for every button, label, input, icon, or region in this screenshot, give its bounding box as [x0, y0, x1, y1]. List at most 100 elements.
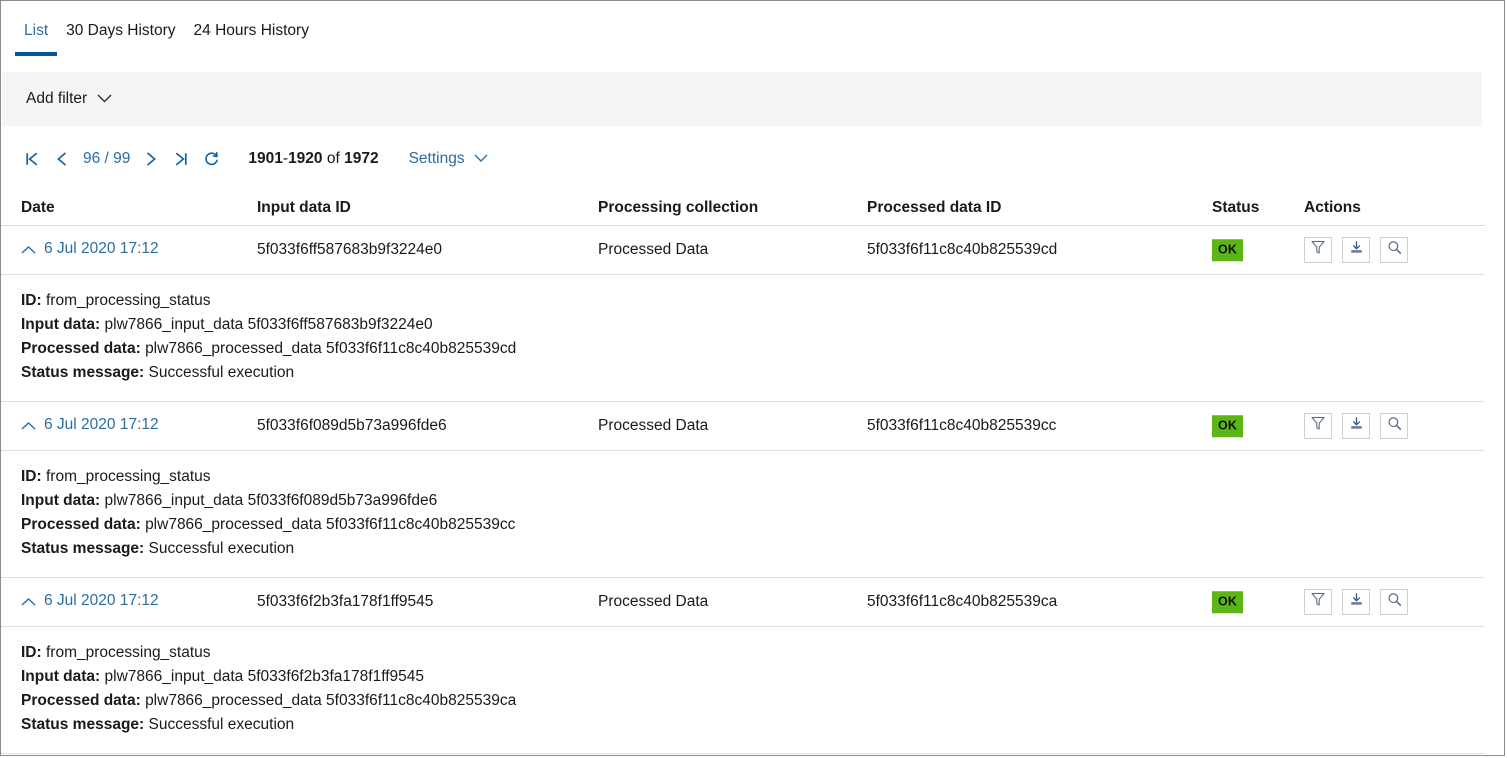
tab-30-days-history[interactable]: 30 Days History: [57, 1, 184, 51]
expand-toggle[interactable]: 6 Jul 2020 17:12: [21, 592, 159, 610]
next-page-icon[interactable]: [136, 144, 166, 174]
tab-bar: List30 Days History24 Hours History: [1, 1, 1504, 51]
tab-24-hours-history[interactable]: 24 Hours History: [185, 1, 318, 51]
row-date-toggle[interactable]: 6 Jul 2020 17:12: [21, 592, 159, 612]
download-action-button[interactable]: [1342, 413, 1370, 439]
filter-icon: [1311, 416, 1325, 436]
row-detail-panel: ID: from_processing_statusInput data: pl…: [1, 451, 1485, 578]
download-icon: [1349, 240, 1364, 260]
pagination-bar: 96 / 99 1901-1920 of 1972 Settings: [1, 139, 488, 179]
filter-action-button[interactable]: [1304, 413, 1332, 439]
search-action-button[interactable]: [1380, 589, 1408, 615]
row-processing-collection: Processed Data: [598, 241, 708, 259]
search-action-button[interactable]: [1380, 413, 1408, 439]
detail-input-data-value: plw7866_input_data 5f033f6f2b3fa178f1ff9…: [105, 668, 424, 685]
detail-id-value: from_processing_status: [46, 468, 211, 485]
filter-action-button[interactable]: [1304, 237, 1332, 263]
column-header-date: Date: [21, 199, 55, 217]
download-icon: [1349, 592, 1364, 612]
first-page-icon[interactable]: [17, 144, 47, 174]
detail-processed-data-line: Processed data: plw7866_processed_data 5…: [21, 337, 1485, 361]
status-cell: OK: [1212, 591, 1243, 613]
detail-processed-data-line: Processed data: plw7866_processed_data 5…: [21, 689, 1485, 713]
search-action-button[interactable]: [1380, 237, 1408, 263]
refresh-icon[interactable]: [196, 144, 226, 174]
last-page-icon[interactable]: [166, 144, 196, 174]
table-row[interactable]: 6 Jul 2020 17:125f033f6f2b3fa178f1ff9545…: [1, 578, 1485, 627]
action-button-group: [1304, 413, 1408, 439]
expand-toggle[interactable]: 6 Jul 2020 17:12: [21, 416, 159, 434]
search-icon: [1387, 592, 1402, 612]
expand-toggle[interactable]: 6 Jul 2020 17:12: [21, 240, 159, 258]
detail-processed-data-label: Processed data:: [21, 516, 141, 533]
download-action-button[interactable]: [1342, 237, 1370, 263]
download-icon: [1349, 416, 1364, 436]
detail-status-message-value: Successful execution: [149, 540, 295, 557]
row-detail-panel: ID: from_processing_statusInput data: pl…: [1, 275, 1485, 402]
column-header-actions: Actions: [1304, 199, 1361, 217]
row-date-toggle[interactable]: 6 Jul 2020 17:12: [21, 416, 159, 436]
chevron-up-icon[interactable]: [21, 418, 35, 432]
row-date-label: 6 Jul 2020 17:12: [44, 592, 159, 610]
row-input-data-id: 5f033f6ff587683b9f3224e0: [257, 241, 442, 259]
column-header-input-data-id: Input data ID: [257, 199, 351, 217]
download-action-button[interactable]: [1342, 589, 1370, 615]
table-row[interactable]: 6 Jul 2020 17:12 5f033f6ff587683b9f3224e0…: [1, 226, 1485, 275]
settings-button[interactable]: Settings: [409, 150, 488, 168]
row-processed-data-id: 5f033f6f11c8c40b825539cc: [867, 417, 1056, 435]
row-processing-collection: Processed Data: [598, 593, 708, 611]
action-button-group: [1304, 589, 1408, 615]
range-to: 1920: [288, 150, 322, 167]
detail-processed-data-line: Processed data: plw7866_processed_data 5…: [21, 513, 1485, 537]
filter-action-button[interactable]: [1304, 589, 1332, 615]
filter-bar: Add filter: [2, 72, 1482, 126]
previous-page-icon[interactable]: [47, 144, 77, 174]
column-header-status: Status: [1212, 199, 1259, 217]
detail-status-message-label: Status message:: [21, 716, 144, 733]
detail-status-message-value: Successful execution: [149, 716, 295, 733]
add-filter-button[interactable]: Add filter: [26, 90, 112, 108]
row-date-label: 6 Jul 2020 17:12: [44, 416, 159, 434]
actions-cell: [1304, 589, 1408, 615]
detail-status-message-line: Status message: Successful execution: [21, 537, 1485, 561]
detail-input-data-value: plw7866_input_data 5f033f6f089d5b73a996f…: [105, 492, 438, 509]
chevron-up-icon[interactable]: [21, 242, 35, 256]
row-processed-data-id: 5f033f6f11c8c40b825539cd: [867, 241, 1057, 259]
action-button-group: [1304, 237, 1408, 263]
table-header: Date Input data ID Processing collection Pr…: [1, 191, 1485, 226]
table-row[interactable]: 6 Jul 2020 17:125f033f6f089d5b73a996fde6…: [1, 402, 1485, 451]
status-badge: OK: [1212, 591, 1243, 613]
detail-id-label: ID:: [21, 644, 42, 661]
actions-cell: [1304, 237, 1408, 263]
result-range: 1901-1920 of 1972: [248, 150, 378, 168]
chevron-up-icon[interactable]: [21, 594, 35, 608]
status-badge: OK: [1212, 415, 1243, 437]
results-table: Date Input data ID Processing collection Pr…: [1, 191, 1485, 756]
detail-status-message-line: Status message: Successful execution: [21, 713, 1485, 737]
detail-status-message-label: Status message:: [21, 540, 144, 557]
page-container: List30 Days History24 Hours History Add …: [0, 0, 1505, 756]
filter-icon: [1311, 240, 1325, 260]
status-cell: OK: [1212, 239, 1243, 261]
search-icon: [1387, 416, 1402, 436]
row-date-toggle[interactable]: 6 Jul 2020 17:12: [21, 240, 159, 260]
status-cell: OK: [1212, 415, 1243, 437]
table-body: 6 Jul 2020 17:12 5f033f6ff587683b9f3224e0…: [1, 226, 1485, 756]
detail-id-value: from_processing_status: [46, 644, 211, 661]
page-indicator: 96 / 99: [83, 150, 130, 168]
detail-processed-data-value: plw7866_processed_data 5f033f6f11c8c40b8…: [145, 516, 515, 533]
detail-processed-data-value: plw7866_processed_data 5f033f6f11c8c40b8…: [145, 340, 516, 357]
detail-input-data-label: Input data:: [21, 316, 100, 333]
detail-input-data-line: Input data: plw7866_input_data 5f033f6ff…: [21, 313, 1485, 337]
table-row[interactable]: 6 Jul 2020 17:125f033f6ff3d00a44de30ed6c…: [1, 754, 1485, 756]
detail-input-data-label: Input data:: [21, 668, 100, 685]
detail-input-data-line: Input data: plw7866_input_data 5f033f6f2…: [21, 665, 1485, 689]
range-total: 1972: [344, 150, 378, 167]
range-of: of: [327, 150, 340, 167]
detail-id-label: ID:: [21, 292, 42, 309]
row-processed-data-id: 5f033f6f11c8c40b825539ca: [867, 593, 1057, 611]
column-header-processing-collection: Processing collection: [598, 199, 758, 217]
column-header-processed-data-id: Processed data ID: [867, 199, 1001, 217]
detail-id-line: ID: from_processing_status: [21, 641, 1485, 665]
tab-list[interactable]: List: [15, 1, 57, 51]
